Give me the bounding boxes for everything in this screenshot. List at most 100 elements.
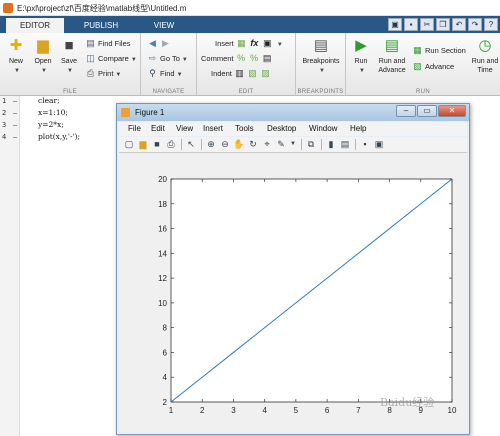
print-button[interactable]: ⎙ Print ▼	[85, 68, 121, 80]
x-tick-label: 2	[200, 406, 205, 415]
save-button[interactable]: ■ Save ▼	[58, 37, 80, 76]
tab-view[interactable]: VIEW	[138, 18, 190, 33]
run-and-advance-button[interactable]: ▤ Run and Advance	[376, 37, 408, 75]
chevron-down-icon: ▼	[176, 72, 183, 78]
y-tick-label: 6	[163, 348, 168, 357]
close-button[interactable]: ✕	[438, 105, 466, 117]
line-number: 2	[2, 109, 7, 117]
run-advance-icon: ▤	[384, 37, 400, 54]
open-button[interactable]: ▆ Open ▼	[31, 37, 55, 76]
cut-icon[interactable]: ✂	[420, 18, 434, 31]
code-line: plot(x,y,'-');	[38, 132, 81, 141]
find-button[interactable]: ⚲ Find ▼	[147, 68, 183, 80]
breakpoints-button[interactable]: ▤ Breakpoints ▼	[300, 37, 342, 76]
file-group: ✚ New ▼ ▆ Open ▼ ■ Save ▼ ▤ Find Files ◫ Comp…	[0, 33, 141, 96]
find-files-button[interactable]: ▤ Find Files	[85, 38, 131, 50]
increase-indent-icon: ▧	[248, 68, 257, 78]
colorbar-icon[interactable]: ▮	[325, 138, 337, 150]
tab-editor[interactable]: EDITOR	[6, 18, 64, 33]
copy-icon[interactable]: ❐	[436, 18, 450, 31]
new-button[interactable]: ✚ New ▼	[5, 37, 27, 76]
play-icon: ▶	[355, 37, 367, 54]
help-icon[interactable]: ?	[484, 18, 498, 31]
hide-tools-icon[interactable]: ▪	[359, 138, 371, 150]
edit-group-label: EDIT	[238, 89, 254, 95]
new-figure-icon[interactable]: ▢	[123, 138, 135, 150]
breakpoints-icon: ▤	[313, 37, 329, 54]
save-label: Save	[61, 58, 77, 65]
new-label: New	[8, 58, 23, 65]
chevron-down-icon[interactable]: ▼	[287, 138, 299, 150]
minimize-button[interactable]: –	[396, 105, 416, 117]
goto-button[interactable]: ⇨ Go To ▼	[147, 53, 188, 65]
legend-icon[interactable]: ▤	[339, 138, 351, 150]
advance-icon: ▧	[413, 61, 422, 71]
code-line: clear;	[38, 96, 60, 105]
x-tick-label: 5	[294, 406, 299, 415]
maximize-button[interactable]: ▭	[417, 105, 437, 117]
show-tools-icon[interactable]: ▣	[373, 138, 385, 150]
insert-button[interactable]: Insert ▦ fx ▣ ▼	[215, 38, 283, 50]
run-and-time-button[interactable]: ◷ Run and Time	[470, 37, 500, 75]
navigate-group: ◀ ▶ ⇨ Go To ▼ ⚲ Find ▼ NAVIGATE	[141, 33, 197, 96]
redo-icon[interactable]: ↷	[468, 18, 482, 31]
menu-help[interactable]: Help	[350, 124, 366, 133]
print-figure-icon[interactable]: ⎙	[165, 138, 177, 150]
run-section-icon: ▦	[413, 45, 422, 55]
data-cursor-icon[interactable]: ⌖	[261, 138, 273, 150]
find-files-label: Find Files	[98, 39, 131, 48]
find-label: Find	[160, 69, 175, 78]
run-button[interactable]: ▶ Run ▼	[350, 37, 372, 76]
save-figure-icon[interactable]: ■	[151, 138, 163, 150]
run-time-icon: ◷	[478, 37, 492, 54]
quick-access-toolbar: ▣ ▪ ✂ ❐ ↶ ↷ ?	[388, 18, 498, 31]
chevron-down-icon: ▼	[115, 72, 122, 78]
compare-button[interactable]: ◫ Compare ▼	[85, 53, 137, 65]
editor-ribbon: ✚ New ▼ ▆ Open ▼ ■ Save ▼ ▤ Find Files ◫ Comp…	[0, 33, 500, 96]
menu-view[interactable]: View	[176, 124, 193, 133]
breakpoint-marker[interactable]: –	[13, 133, 17, 141]
rotate-icon[interactable]: ↻	[247, 138, 259, 150]
pan-icon[interactable]: ✋	[233, 138, 245, 150]
indent-button[interactable]: Indent ▥ ▧ ▨	[211, 68, 273, 80]
zoom-in-icon[interactable]: ⊕	[205, 138, 217, 150]
link-plot-icon[interactable]: ⧉	[305, 138, 317, 150]
menu-tools[interactable]: Tools	[235, 124, 254, 133]
breakpoints-label: Breakpoints	[302, 58, 340, 65]
run-section-label: Run Section	[425, 46, 466, 55]
window-titlebar: E:\pxl\project\zf\百度经验\matlab线型\Untitled…	[0, 0, 500, 16]
decrease-indent-icon: ▨	[261, 68, 270, 78]
folder-icon: ▆	[37, 37, 49, 54]
run-section-button[interactable]: ▦ Run Section	[412, 45, 466, 57]
y-tick-label: 20	[158, 175, 167, 184]
insert-label: Insert	[215, 39, 234, 48]
undo-icon[interactable]: ↶	[452, 18, 466, 31]
x-tick-label: 6	[325, 406, 330, 415]
chevron-down-icon: ▼	[67, 68, 73, 74]
open-file-icon[interactable]: ▆	[137, 138, 149, 150]
line-chart[interactable]: 1 2 3 4 5 6 7 8 9 102468101214161820	[119, 154, 467, 432]
undock-icon[interactable]: ▣	[388, 18, 402, 31]
comment-button[interactable]: Comment %% ▤	[201, 53, 275, 65]
figure-titlebar[interactable]: Figure 1 – ▭ ✕	[117, 104, 469, 121]
brush-icon[interactable]: ✎	[275, 138, 287, 150]
find-files-icon: ▤	[86, 38, 95, 48]
edit-plot-icon[interactable]: ↖	[185, 138, 197, 150]
chevron-down-icon: ▼	[276, 42, 283, 48]
x-tick-label: 7	[356, 406, 361, 415]
menu-edit[interactable]: Edit	[151, 124, 165, 133]
breakpoint-marker[interactable]: –	[13, 109, 17, 117]
menu-window[interactable]: Window	[309, 124, 337, 133]
back-forward-buttons[interactable]: ◀ ▶	[147, 38, 173, 50]
menu-desktop[interactable]: Desktop	[267, 124, 296, 133]
plot-area: 1 2 3 4 5 6 7 8 9 10 2 4 6 8 10 12 14 16 18 20	[119, 154, 467, 432]
zoom-out-icon[interactable]: ⊖	[219, 138, 231, 150]
tab-publish[interactable]: PUBLISH	[70, 18, 132, 33]
menu-insert[interactable]: Insert	[203, 124, 223, 133]
x-tick-label: 4	[262, 406, 267, 415]
breakpoint-marker[interactable]: –	[13, 121, 17, 129]
menu-file[interactable]: File	[128, 124, 141, 133]
breakpoint-marker[interactable]: –	[13, 97, 17, 105]
save-quick-icon[interactable]: ▪	[404, 18, 418, 31]
advance-button[interactable]: ▧ Advance	[412, 61, 454, 73]
